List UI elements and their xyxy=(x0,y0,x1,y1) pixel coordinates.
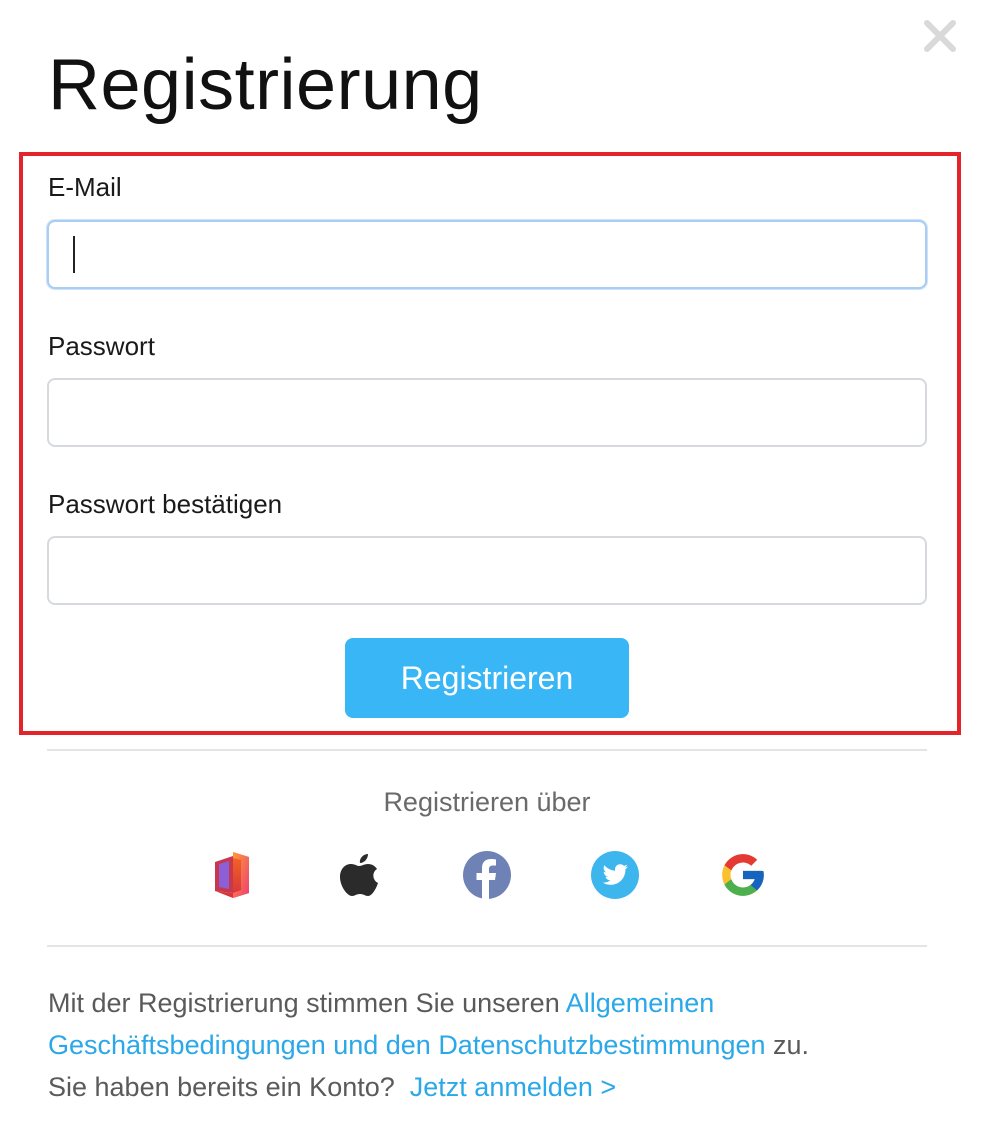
email-label: E-Mail xyxy=(48,172,122,202)
password-field[interactable] xyxy=(47,378,927,447)
terms-and-login-text: Mit der Registrierung stimmen Sie unsere… xyxy=(48,982,948,1108)
login-link[interactable]: Jetzt anmelden > xyxy=(410,1072,616,1102)
email-field[interactable] xyxy=(47,220,927,289)
facebook-login-button[interactable] xyxy=(462,850,512,900)
social-heading: Registrieren über xyxy=(383,787,591,817)
close-icon xyxy=(924,20,956,52)
divider-bottom xyxy=(47,945,927,947)
close-button[interactable] xyxy=(922,18,958,54)
apple-login-button[interactable] xyxy=(334,850,384,900)
text-caret xyxy=(73,236,75,273)
google-icon xyxy=(722,854,764,896)
office-icon xyxy=(215,852,249,898)
terms-text-suffix: zu. xyxy=(765,1030,810,1060)
terms-text-prefix: Mit der Registrierung stimmen Sie unsere… xyxy=(48,988,566,1018)
office-login-button[interactable] xyxy=(206,850,256,900)
login-prompt: Sie haben bereits ein Konto? xyxy=(48,1072,395,1102)
registration-dialog: Registrierung E-Mail Passwort Passwort b… xyxy=(0,0,983,1138)
confirm-password-field[interactable] xyxy=(47,536,927,605)
twitter-login-button[interactable] xyxy=(590,850,640,900)
divider-top xyxy=(47,749,927,751)
confirm-password-label: Passwort bestätigen xyxy=(48,489,283,519)
google-login-button[interactable] xyxy=(718,850,768,900)
password-label: Passwort xyxy=(48,331,155,361)
register-button[interactable]: Registrieren xyxy=(345,638,629,718)
twitter-icon xyxy=(591,851,639,899)
facebook-icon xyxy=(463,851,511,899)
page-title: Registrierung xyxy=(48,45,483,125)
apple-icon xyxy=(340,854,378,896)
